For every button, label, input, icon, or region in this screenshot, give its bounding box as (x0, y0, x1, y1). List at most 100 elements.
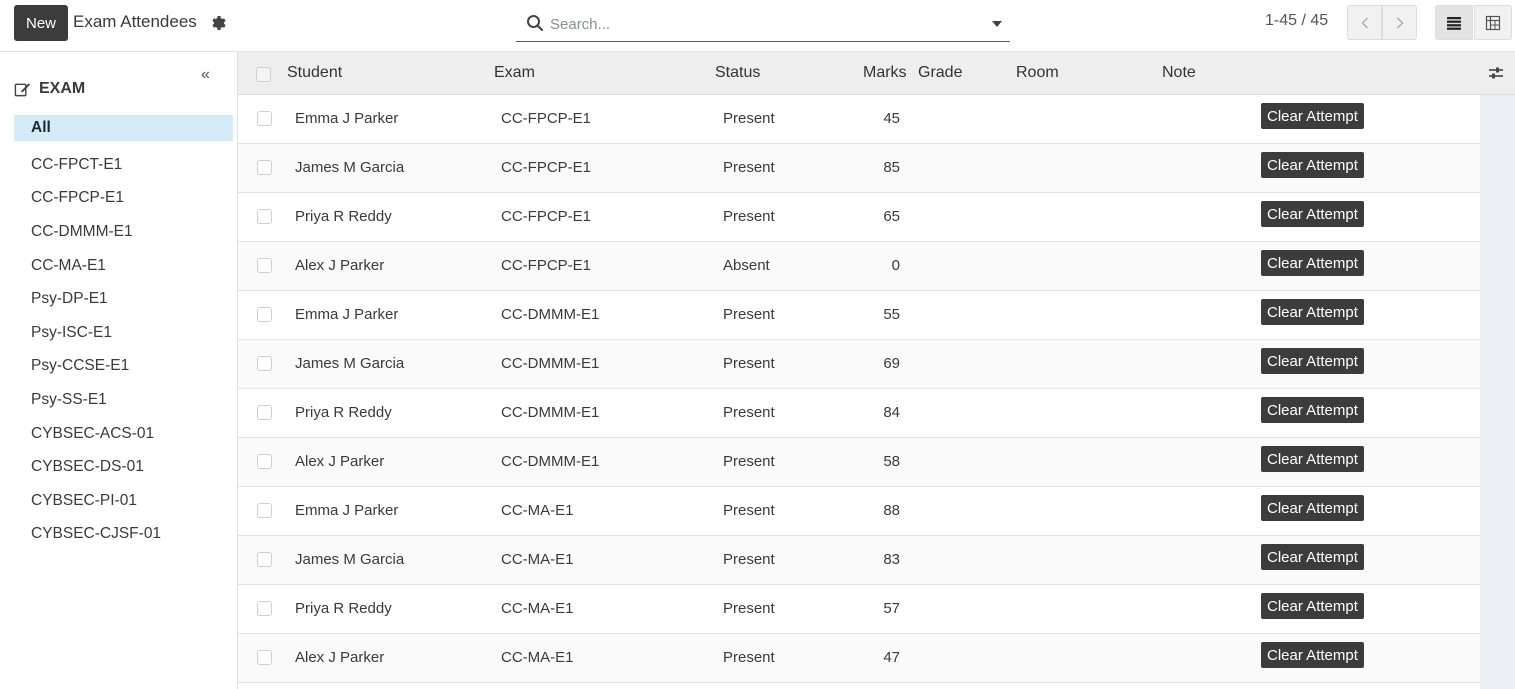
search-bar (516, 6, 1010, 42)
column-header-status[interactable]: Status (715, 64, 760, 82)
clear-attempt-button[interactable]: Clear Attempt (1261, 397, 1364, 423)
column-header-student[interactable]: Student (287, 64, 342, 82)
row-checkbox[interactable] (257, 307, 272, 322)
exam-cell: CC-DMMM-E1 (501, 355, 600, 372)
clear-attempt-button[interactable]: Clear Attempt (1261, 299, 1364, 325)
table-row[interactable]: James M Garcia CC-FPCP-E1 Present 85 Clear A… (238, 144, 1515, 193)
sidebar-item-psy-dp-e1[interactable]: Psy-DP-E1 (14, 282, 233, 316)
new-button[interactable]: New (14, 5, 68, 41)
table-row[interactable]: Emma J Parker CC-MA-E1 Present 88 Clear Atte… (238, 487, 1515, 536)
table-row[interactable]: Alex J Parker CC-MA-E1 Present 47 Clear Atte… (238, 634, 1515, 683)
table-row[interactable]: Alex J Parker CC-DMMM-E1 Present 58 Clear At… (238, 438, 1515, 487)
status-cell: Present (723, 159, 775, 176)
clear-attempt-button[interactable]: Clear Attempt (1261, 544, 1364, 570)
clear-attempt-button[interactable]: Clear Attempt (1261, 495, 1364, 521)
row-scroll-strip (1480, 95, 1515, 689)
status-cell: Present (723, 600, 775, 617)
sidebar-item-psy-ccse-e1[interactable]: Psy-CCSE-E1 (14, 350, 233, 384)
row-checkbox[interactable] (257, 356, 272, 371)
sidebar-item-all[interactable]: All (14, 115, 233, 141)
pager-value[interactable]: 1-45 / 45 (1265, 12, 1328, 30)
status-cell: Present (723, 649, 775, 666)
status-cell: Present (723, 502, 775, 519)
student-cell: Priya R Reddy (295, 404, 392, 421)
exam-cell: CC-MA-E1 (501, 551, 574, 568)
student-cell: Alex J Parker (295, 649, 385, 666)
edit-icon (14, 82, 31, 96)
clear-attempt-button[interactable]: Clear Attempt (1261, 201, 1364, 227)
marks-cell: 65 (883, 208, 900, 225)
sliders-icon[interactable] (1487, 64, 1505, 82)
row-checkbox[interactable] (257, 650, 272, 665)
pager-previous-button[interactable] (1347, 5, 1382, 40)
column-header-exam[interactable]: Exam (494, 64, 535, 82)
student-cell: Priya R Reddy (295, 600, 392, 617)
column-header-note[interactable]: Note (1162, 64, 1196, 82)
clear-attempt-button[interactable]: Clear Attempt (1261, 593, 1364, 619)
clear-attempt-button[interactable]: Clear Attempt (1261, 152, 1364, 178)
search-panel-sidebar: « EXAM All CC-FPCT-E1 CC-FPCP-E1 CC-DMMM-E1… (0, 52, 238, 689)
marks-cell: 69 (883, 355, 900, 372)
table-row[interactable]: Emma J Parker CC-DMMM-E1 Present 55 Clear At… (238, 291, 1515, 340)
marks-cell: 84 (883, 404, 900, 421)
clear-attempt-button[interactable]: Clear Attempt (1261, 103, 1364, 129)
sidebar-item-cc-ma-e1[interactable]: CC-MA-E1 (14, 249, 233, 283)
control-panel: New Exam Attendees 1-45 / 45 (0, 0, 1515, 52)
student-cell: Priya R Reddy (295, 208, 392, 225)
row-checkbox[interactable] (257, 258, 272, 273)
row-checkbox[interactable] (257, 552, 272, 567)
clear-attempt-button[interactable]: Clear Attempt (1261, 642, 1364, 668)
search-options-toggle[interactable] (992, 21, 1002, 27)
table-row[interactable]: Emma J Parker CC-FPCP-E1 Present 45 Clear At… (238, 95, 1515, 144)
exam-filter-list: All CC-FPCT-E1 CC-FPCP-E1 CC-DMMM-E1 CC-MA-E… (14, 115, 233, 551)
table-row[interactable]: James M Garcia CC-DMMM-E1 Present 69 Clear A… (238, 340, 1515, 389)
table-row[interactable]: Priya R Reddy CC-MA-E1 Present 57 Clear Atte… (238, 585, 1515, 634)
column-header-marks[interactable]: Marks (863, 64, 907, 82)
sidebar-item-cc-fpcp-e1[interactable]: CC-FPCP-E1 (14, 182, 233, 216)
sidebar-item-cc-dmmm-e1[interactable]: CC-DMMM-E1 (14, 215, 233, 249)
sidebar-item-cybsec-ds-01[interactable]: CYBSEC-DS-01 (14, 450, 233, 484)
table-row[interactable]: Alex J Parker CC-FPCP-E1 Absent 0 Clear Atte… (238, 242, 1515, 291)
sidebar-item-cybsec-cjsf-01[interactable]: CYBSEC-CJSF-01 (14, 518, 233, 552)
clear-attempt-button[interactable]: Clear Attempt (1261, 250, 1364, 276)
sidebar-item-cybsec-pi-01[interactable]: CYBSEC-PI-01 (14, 484, 233, 518)
list-icon (1447, 16, 1461, 30)
row-checkbox[interactable] (257, 405, 272, 420)
row-checkbox[interactable] (257, 503, 272, 518)
exam-cell: CC-MA-E1 (501, 600, 574, 617)
pivot-table-icon (1485, 15, 1501, 30)
collapse-sidebar-icon[interactable]: « (201, 66, 210, 84)
exam-cell: CC-FPCP-E1 (501, 257, 592, 274)
table-row[interactable]: James M Garcia CC-MA-E1 Present 83 Clear Att… (238, 536, 1515, 585)
status-cell: Present (723, 306, 775, 323)
sidebar-item-psy-isc-e1[interactable]: Psy-ISC-E1 (14, 316, 233, 350)
sidebar-item-psy-ss-e1[interactable]: Psy-SS-E1 (14, 383, 233, 417)
clear-attempt-button[interactable]: Clear Attempt (1261, 446, 1364, 472)
row-checkbox[interactable] (257, 160, 272, 175)
chevron-left-icon (1361, 17, 1368, 28)
row-checkbox[interactable] (257, 454, 272, 469)
select-all-checkbox[interactable] (256, 67, 271, 82)
student-cell: Alex J Parker (295, 453, 385, 470)
sidebar-item-cybsec-acs-01[interactable]: CYBSEC-ACS-01 (14, 417, 233, 451)
row-checkbox[interactable] (257, 111, 272, 126)
list-view-button[interactable] (1435, 5, 1473, 40)
exam-cell: CC-FPCP-E1 (501, 159, 592, 176)
table-row[interactable]: Priya R Reddy CC-FPCP-E1 Present 65 Clear At… (238, 193, 1515, 242)
pivot-view-button[interactable] (1474, 5, 1512, 40)
row-checkbox[interactable] (257, 209, 272, 224)
clear-attempt-button[interactable]: Clear Attempt (1261, 348, 1364, 374)
status-cell: Present (723, 208, 775, 225)
pager-next-button[interactable] (1382, 5, 1417, 40)
chevron-right-icon (1396, 17, 1403, 28)
column-header-room[interactable]: Room (1016, 64, 1059, 82)
exam-cell: CC-DMMM-E1 (501, 404, 600, 421)
page-title: Exam Attendees (73, 12, 197, 31)
gear-icon[interactable] (210, 15, 226, 31)
status-cell: Present (723, 355, 775, 372)
table-row[interactable]: Priya R Reddy CC-DMMM-E1 Present 84 Clear At… (238, 389, 1515, 438)
column-header-grade[interactable]: Grade (918, 64, 962, 82)
sidebar-item-cc-fpct-e1[interactable]: CC-FPCT-E1 (14, 148, 233, 182)
search-input[interactable] (550, 12, 970, 36)
row-checkbox[interactable] (257, 601, 272, 616)
